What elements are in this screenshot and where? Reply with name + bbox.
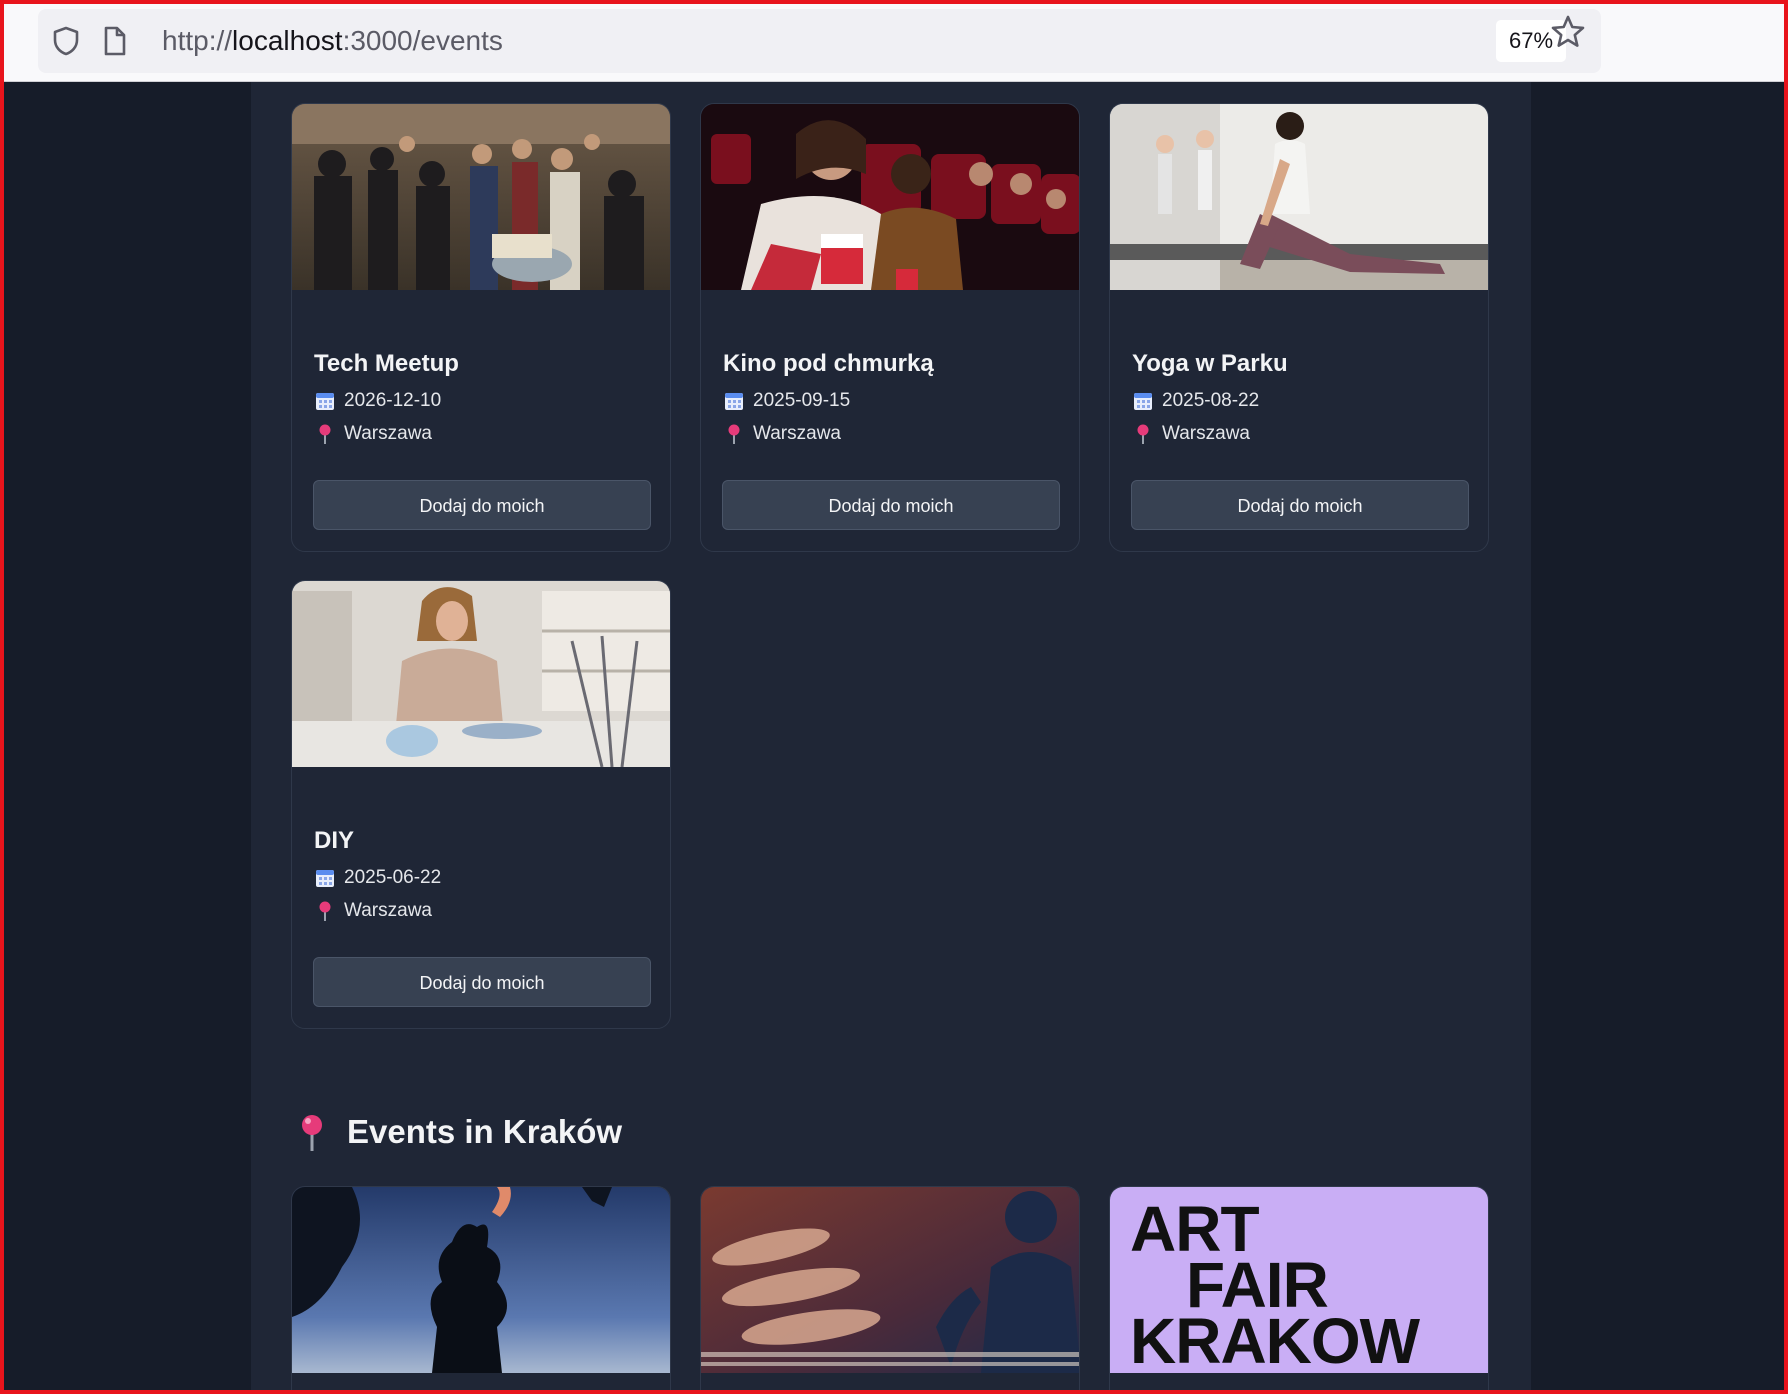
events-panel: Tech Meetup 2026-12-10 Warszawa Dodaj do… — [251, 82, 1531, 1394]
event-location: Warszawa — [1132, 423, 1250, 445]
event-location: Warszawa — [314, 423, 432, 445]
event-date-text: 2025-08-22 — [1162, 390, 1260, 411]
event-image[interactable] — [292, 104, 670, 290]
calendar-icon — [316, 870, 334, 887]
address-bar[interactable]: http://localhost:3000/events 67% — [38, 9, 1601, 73]
event-title: Tech Meetup — [314, 350, 459, 377]
calendar-icon — [725, 393, 743, 410]
pin-icon — [1137, 424, 1149, 444]
pin-icon — [728, 424, 740, 444]
event-card[interactable]: ART FAIR KRAKOW — [1109, 1186, 1489, 1394]
event-image[interactable]: ART FAIR KRAKOW — [1110, 1187, 1488, 1373]
event-location-text: Warszawa — [344, 423, 432, 444]
event-date-text: 2025-09-15 — [753, 390, 851, 411]
star-icon[interactable] — [1550, 14, 1586, 50]
event-image[interactable] — [701, 1187, 1079, 1373]
event-date-text: 2025-06-22 — [344, 867, 442, 888]
add-to-mine-button[interactable]: Dodaj do moich — [313, 480, 651, 530]
add-to-mine-button[interactable]: Dodaj do moich — [313, 957, 651, 1007]
calendar-icon — [316, 393, 334, 410]
event-card[interactable] — [700, 1186, 1080, 1394]
url-path: :3000/events — [342, 25, 503, 56]
event-location-text: Warszawa — [753, 423, 841, 444]
event-location: Warszawa — [314, 900, 432, 922]
event-title: Yoga w Parku — [1132, 350, 1288, 377]
add-to-mine-button[interactable]: Dodaj do moich — [722, 480, 1060, 530]
event-image[interactable] — [1110, 104, 1488, 290]
event-card[interactable]: Tech Meetup 2026-12-10 Warszawa Dodaj do… — [291, 103, 671, 552]
url-text[interactable]: http://localhost:3000/events — [162, 23, 503, 59]
add-to-mine-button[interactable]: Dodaj do moich — [1131, 480, 1469, 530]
event-image[interactable] — [701, 104, 1079, 290]
browser-toolbar: http://localhost:3000/events 67% — [0, 0, 1788, 82]
event-title: DIY — [314, 827, 355, 854]
event-title: Kino pod chmurką — [723, 350, 934, 377]
shield-icon[interactable] — [50, 25, 82, 57]
pin-icon — [319, 901, 331, 921]
pin-icon — [319, 424, 331, 444]
event-date-text: 2026-12-10 — [344, 390, 442, 411]
art-fair-poster: ART FAIR KRAKOW — [1130, 1197, 1480, 1373]
page-viewport: Tech Meetup 2026-12-10 Warszawa Dodaj do… — [0, 82, 1788, 1394]
poster-line: KRAKOW — [1130, 1305, 1420, 1373]
event-card[interactable]: DIY 2025-06-22 Warszawa Dodaj do moich — [291, 580, 671, 1029]
url-host: localhost — [232, 25, 343, 56]
event-card[interactable] — [291, 1186, 671, 1394]
url-scheme: http:// — [162, 25, 233, 56]
event-image[interactable] — [292, 581, 670, 767]
section-heading-text: Events in Kraków — [347, 1113, 623, 1150]
page-icon[interactable] — [98, 25, 130, 57]
event-date: 2026-12-10 — [314, 390, 441, 412]
event-location: Warszawa — [723, 423, 841, 445]
event-date: 2025-09-15 — [723, 390, 850, 412]
pin-icon — [302, 1115, 322, 1151]
event-date: 2025-08-22 — [1132, 390, 1259, 412]
calendar-icon — [1134, 393, 1152, 410]
event-card[interactable]: Yoga w Parku 2025-08-22 Warszawa Dodaj d… — [1109, 103, 1489, 552]
event-image[interactable] — [292, 1187, 670, 1373]
event-location-text: Warszawa — [1162, 423, 1250, 444]
section-heading-krakow: Events in Kraków — [295, 1112, 622, 1152]
event-date: 2025-06-22 — [314, 867, 441, 889]
event-card[interactable]: Kino pod chmurką 2025-09-15 Warszawa Dod… — [700, 103, 1080, 552]
event-location-text: Warszawa — [344, 900, 432, 921]
